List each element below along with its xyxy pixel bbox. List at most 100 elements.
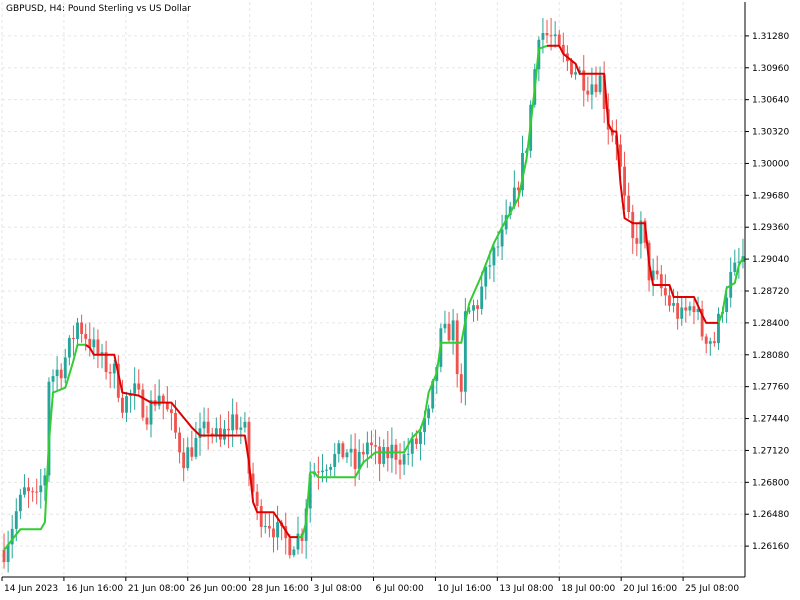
candle [741, 238, 745, 269]
candle-body [676, 303, 680, 319]
candle [341, 441, 345, 460]
candle [700, 300, 704, 341]
y-tick-label: 1.29360 [752, 223, 789, 233]
candle-body [712, 341, 716, 344]
candle-body [590, 84, 594, 95]
candle [161, 393, 165, 420]
chart-container: 1.31280 1.30960 1.30640 1.30320 1.30000 1.296… [0, 0, 800, 600]
candle-body [96, 339, 100, 356]
candle [455, 313, 459, 388]
y-tick-label: 1.30320 [752, 128, 789, 138]
candle [112, 359, 116, 389]
candle [374, 429, 377, 465]
candle-body [202, 421, 206, 429]
candle [272, 514, 275, 553]
candle [296, 516, 300, 555]
candle [31, 487, 35, 502]
candle [267, 513, 271, 538]
candle [663, 274, 667, 306]
candle [227, 411, 231, 449]
candle [137, 369, 141, 396]
candle-body [708, 341, 712, 344]
candle-body [72, 338, 75, 340]
axis-layer: 1.31280 1.30960 1.30640 1.30320 1.30000 1.296… [1, 2, 789, 594]
candle [96, 329, 100, 369]
candle-body [557, 34, 561, 45]
candle-body [488, 265, 492, 267]
candle-body [455, 320, 459, 375]
candle-body [443, 323, 447, 329]
candle [365, 431, 369, 468]
candle-body [668, 295, 671, 306]
candle-body [227, 428, 231, 431]
candle [76, 317, 79, 348]
candle [427, 404, 431, 426]
candle-body [223, 428, 226, 440]
candle-body [382, 447, 386, 464]
candle-body [459, 374, 463, 392]
candle [708, 337, 712, 356]
candle-body [500, 229, 504, 247]
candle [35, 478, 39, 505]
candle [586, 76, 590, 102]
candle-body [345, 452, 349, 458]
candle [390, 427, 394, 473]
candle-body [631, 211, 635, 239]
candle [386, 430, 390, 472]
candle-body [108, 372, 112, 374]
candle [345, 449, 349, 463]
y-tick-label: 1.27440 [752, 415, 789, 425]
y-tick-label: 1.30960 [752, 64, 789, 74]
candle-body [276, 522, 279, 538]
candle [72, 325, 75, 356]
candle-body [18, 494, 22, 512]
x-tick-label: 6 Jul 00:00 [376, 584, 425, 594]
x-tick-label: 25 Jul 08:00 [685, 584, 739, 594]
candle-body [447, 323, 451, 341]
x-tick-label: 18 Jul 00:00 [561, 584, 615, 594]
candle-body [623, 166, 626, 196]
candle [206, 408, 210, 450]
candle-body [337, 443, 341, 454]
x-tick-label: 28 Jun 16:00 [252, 584, 309, 594]
candle [594, 66, 598, 98]
candle [100, 343, 104, 369]
candle-body [23, 487, 26, 495]
candle-body [398, 459, 402, 465]
candle-body [492, 247, 496, 266]
candle-body [704, 336, 708, 344]
candle [235, 402, 239, 434]
trail-segment-down [547, 44, 719, 324]
candle-body [349, 448, 353, 453]
candle-body [684, 307, 688, 311]
candle [553, 21, 557, 48]
candle-body [594, 84, 598, 93]
candle [459, 363, 463, 404]
candle-body [149, 400, 153, 425]
x-tick-label: 20 Jul 16:00 [623, 584, 677, 594]
candle-body [125, 396, 128, 413]
candle [561, 32, 565, 63]
candle-body [55, 369, 59, 377]
candle-body [545, 32, 549, 36]
candle-body [14, 511, 18, 529]
candle-body [476, 305, 480, 309]
candle-body [402, 454, 406, 465]
candle [627, 182, 631, 219]
candle [492, 243, 496, 282]
y-tick-label: 1.27120 [752, 446, 789, 456]
candle [186, 437, 190, 471]
candle [337, 440, 341, 463]
candle [729, 257, 733, 308]
y-tick-label: 1.28400 [752, 319, 789, 329]
candle [214, 417, 218, 443]
y-tick-label: 1.29680 [752, 191, 789, 201]
candle [10, 514, 14, 559]
candle-body [353, 448, 357, 469]
candle [378, 436, 382, 482]
candle [659, 264, 663, 297]
candle-body [655, 270, 659, 275]
candle [178, 427, 182, 464]
candle [153, 384, 157, 412]
candle-body [165, 402, 169, 410]
